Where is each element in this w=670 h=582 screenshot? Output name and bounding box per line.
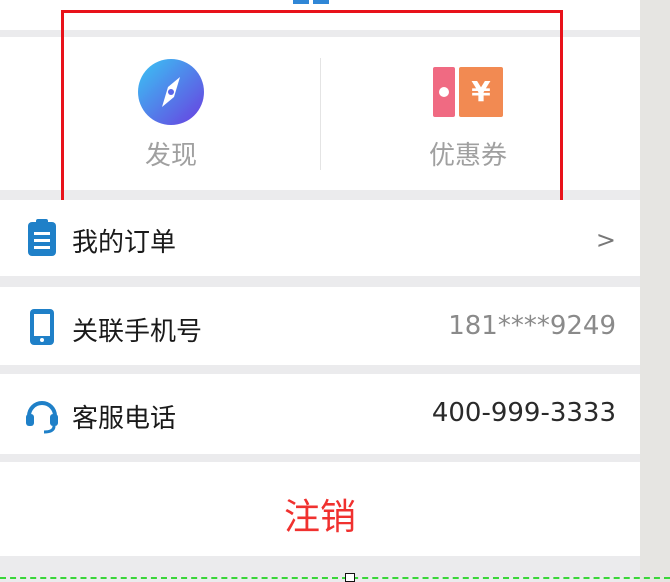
chevron-right-icon: > — [595, 226, 616, 254]
menu-row-orders[interactable]: 我的订单 > — [0, 200, 640, 276]
clipboard-icon — [28, 219, 56, 256]
window-edge — [640, 0, 670, 582]
mobile-phone-icon — [30, 309, 54, 345]
service-phone-number[interactable]: 400-999-3333 — [432, 398, 616, 428]
coupon-icon: ¥ — [433, 67, 503, 117]
resize-handle[interactable] — [345, 573, 355, 582]
quick-actions-card: 发现 ¥ 优惠券 — [0, 37, 640, 190]
svg-text:¥: ¥ — [471, 75, 491, 108]
logout-label: 注销 — [283, 497, 356, 538]
partial-icon — [313, 0, 329, 4]
phone-value: 181****9249 — [448, 311, 616, 341]
discover-button[interactable]: 发现 — [61, 37, 281, 190]
coupon-label: 优惠券 — [428, 141, 507, 171]
partial-icon — [293, 0, 309, 4]
selection-guide-line — [0, 577, 670, 579]
logout-button[interactable]: 注销 — [0, 462, 640, 556]
coupon-button[interactable]: ¥ 优惠券 — [358, 37, 578, 190]
divider — [320, 58, 321, 170]
menu-row-phone[interactable]: 关联手机号 181****9249 — [0, 287, 640, 365]
headset-icon — [26, 401, 58, 434]
menu-row-service[interactable]: 客服电话 400-999-3333 — [0, 374, 640, 454]
top-section — [0, 0, 640, 30]
compass-icon — [138, 59, 204, 125]
discover-label: 发现 — [144, 141, 197, 171]
service-label: 客服电话 — [72, 404, 177, 434]
orders-label: 我的订单 — [72, 228, 177, 258]
phone-label: 关联手机号 — [72, 317, 203, 347]
